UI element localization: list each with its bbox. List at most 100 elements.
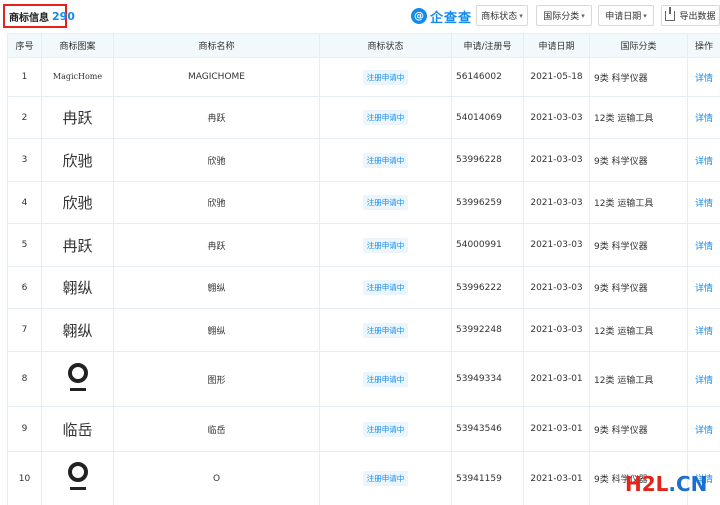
intl-category: 12类 运输工具 [589,96,688,139]
trademark-status: 注册申请中 [319,308,452,352]
application-date: 2021-03-03 [523,138,590,182]
action-cell: 详情 [687,266,720,309]
application-date: 2021-03-01 [523,451,590,505]
result-count: 290 [52,9,75,23]
col-header-date: 申请日期 [523,33,590,58]
intl-category: 12类 运输工具 [589,181,688,224]
row-number: 6 [7,266,42,309]
application-date: 2021-05-18 [523,57,590,97]
detail-link[interactable]: 详情 [695,157,713,167]
col-header-no: 序号 [7,33,42,58]
intl-category: 9类 科学仪器 [589,266,688,309]
trademark-name: 翱纵 [113,266,320,309]
table-row: 7 翱纵 翱纵 注册申请中 53992248 2021-03-03 12类 运输工具 详情 [7,308,720,352]
table-row: 4 欣驰 欣驰 注册申请中 53996259 2021-03-03 12类 运输工具 详情 [7,181,720,224]
trademark-image-text: 冉跃 [62,109,93,127]
status-badge: 注册申请中 [362,152,409,168]
application-date: 2021-03-03 [523,308,590,352]
registration-number: 54014069 [451,96,524,139]
row-number: 10 [7,451,42,505]
detail-link[interactable]: 详情 [695,327,713,337]
detail-link[interactable]: 详情 [695,242,713,252]
trademark-logo-icon [67,462,89,492]
trademark-image-text: 临岳 [62,420,93,439]
brand-mark-icon: @ [411,8,427,24]
trademark-status: 注册申请中 [319,406,452,452]
action-cell: 详情 [687,57,720,97]
trademark-status: 注册申请中 [319,266,452,309]
watermark-part-b: .CN [668,472,708,496]
table-row: 2 冉跃 冉跃 注册申请中 54014069 2021-03-03 12类 运输工具 详情 [7,96,720,139]
table-row: 5 冉跃 冉跃 注册申请中 54000991 2021-03-03 9类 科学仪器 详情 [7,223,720,267]
trademark-status: 注册申请中 [319,181,452,224]
intl-category: 12类 运输工具 [589,308,688,352]
trademark-image: MagicHome [41,57,114,97]
trademark-image: 翱纵 [41,266,114,309]
status-badge: 注册申请中 [362,322,409,338]
trademark-image: 冉跃 [41,223,114,267]
trademark-name: 翱纵 [113,308,320,352]
registration-number: 53943546 [451,406,524,452]
registration-number: 53996228 [451,138,524,182]
trademark-image-text: MagicHome [52,72,103,81]
export-button[interactable]: 导出数据 [661,5,720,26]
trademark-image-text: 翱纵 [62,279,93,297]
application-date: 2021-03-03 [523,266,590,309]
action-cell: 详情 [687,308,720,352]
trademark-image: 临岳 [41,406,114,452]
trademark-image-text: 欣驰 [62,194,93,212]
trademark-image-text: 冉跃 [62,236,93,255]
filter-date-button[interactable]: 申请日期 ▾ [598,5,654,26]
section-title-text: 商标信息 [9,12,49,24]
detail-link[interactable]: 详情 [695,199,713,209]
section-title: 商标信息 290 [3,4,75,28]
trademark-table: 序号 商标图案 商标名称 商标状态 申请/注册号 申请日期 国际分类 操作 1 M… [7,33,720,505]
status-badge: 注册申请中 [362,69,409,85]
registration-number: 53949334 [451,351,524,407]
trademark-image: 翱纵 [41,308,114,352]
detail-link[interactable]: 详情 [695,114,713,124]
registration-number: 53992248 [451,308,524,352]
status-badge: 注册申请中 [362,280,409,295]
row-number: 8 [7,351,42,407]
col-header-name: 商标名称 [113,33,320,58]
row-number: 3 [7,138,42,182]
chevron-down-icon: ▾ [581,11,585,20]
trademark-name: 冉跃 [113,223,320,267]
intl-category: 9类 科学仪器 [589,57,688,97]
status-badge: 注册申请中 [362,195,409,210]
detail-link[interactable]: 详情 [695,376,713,386]
trademark-status: 注册申请中 [319,96,452,139]
filter-category-button[interactable]: 国际分类 ▾ [536,5,592,26]
trademark-image: 欣驰 [41,138,114,182]
trademark-name: O [113,451,320,505]
intl-category: 9类 科学仪器 [589,223,688,267]
detail-link[interactable]: 详情 [695,74,713,84]
trademark-status: 注册申请中 [319,351,452,407]
col-header-image: 商标图案 [41,33,114,58]
table-row: 9 临岳 临岳 注册申请中 53943546 2021-03-01 9类 科学仪器 详情 [7,406,720,452]
row-number: 4 [7,181,42,224]
chevron-down-icon: ▾ [519,11,523,20]
col-header-action: 操作 [687,33,720,58]
application-date: 2021-03-01 [523,351,590,407]
row-number: 1 [7,57,42,97]
col-header-status: 商标状态 [319,33,452,58]
brand-logo: @ 企查查 [411,6,472,26]
detail-link[interactable]: 详情 [695,426,713,436]
row-number: 5 [7,223,42,267]
site-watermark: H2L.CN [625,472,707,496]
filter-status-button[interactable]: 商标状态 ▾ [476,5,528,26]
filter-category-label: 国际分类 [543,12,580,22]
trademark-name: 冉跃 [113,96,320,139]
registration-number: 56146002 [451,57,524,97]
detail-link[interactable]: 详情 [695,284,713,294]
registration-number: 53996222 [451,266,524,309]
table-row: 3 欣驰 欣驰 注册申请中 53996228 2021-03-03 9类 科学仪器 详情 [7,138,720,182]
filter-status-label: 商标状态 [481,12,518,22]
trademark-name: 临岳 [113,406,320,452]
application-date: 2021-03-03 [523,181,590,224]
action-cell: 详情 [687,181,720,224]
chevron-down-icon: ▾ [643,11,647,20]
trademark-image-text: 欣驰 [62,151,93,170]
